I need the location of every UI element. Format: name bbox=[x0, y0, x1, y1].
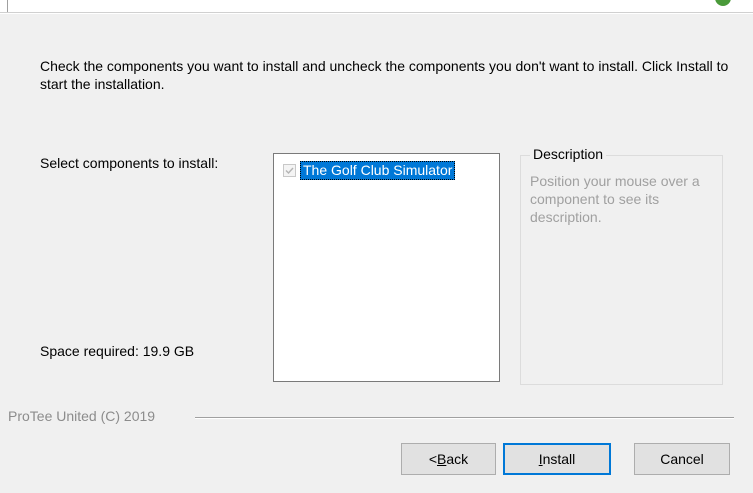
component-label[interactable]: The Golf Club Simulator bbox=[300, 160, 456, 180]
app-logo-icon bbox=[715, 0, 731, 6]
back-button-rest: ack bbox=[446, 451, 469, 467]
branding-divider-highlight bbox=[195, 418, 734, 419]
space-required-label: Space required: 19.9 GB bbox=[40, 343, 195, 359]
description-text: Position your mouse over a component to … bbox=[530, 173, 700, 225]
back-button-prefix: < bbox=[428, 451, 438, 467]
components-tree[interactable]: The Golf Club Simulator bbox=[273, 153, 500, 382]
header-divider-highlight bbox=[0, 13, 753, 14]
component-checkbox[interactable] bbox=[283, 163, 296, 177]
select-components-label: Select components to install: bbox=[40, 155, 219, 171]
header-banner bbox=[0, 0, 753, 12]
description-title: Description bbox=[530, 146, 607, 162]
installer-window: Check the components you want to install… bbox=[0, 0, 753, 493]
back-button[interactable]: < Back bbox=[401, 443, 496, 475]
header-edge bbox=[7, 0, 8, 12]
checkmark-icon bbox=[285, 167, 294, 174]
cancel-button[interactable]: Cancel bbox=[634, 443, 730, 475]
install-button[interactable]: Install bbox=[503, 443, 611, 475]
install-button-rest: nstall bbox=[542, 451, 576, 467]
instructions-text: Check the components you want to install… bbox=[40, 58, 729, 92]
back-button-accel: B bbox=[437, 451, 447, 467]
component-item[interactable]: The Golf Club Simulator bbox=[283, 160, 456, 180]
branding-text: ProTee United (C) 2019 bbox=[8, 408, 160, 424]
